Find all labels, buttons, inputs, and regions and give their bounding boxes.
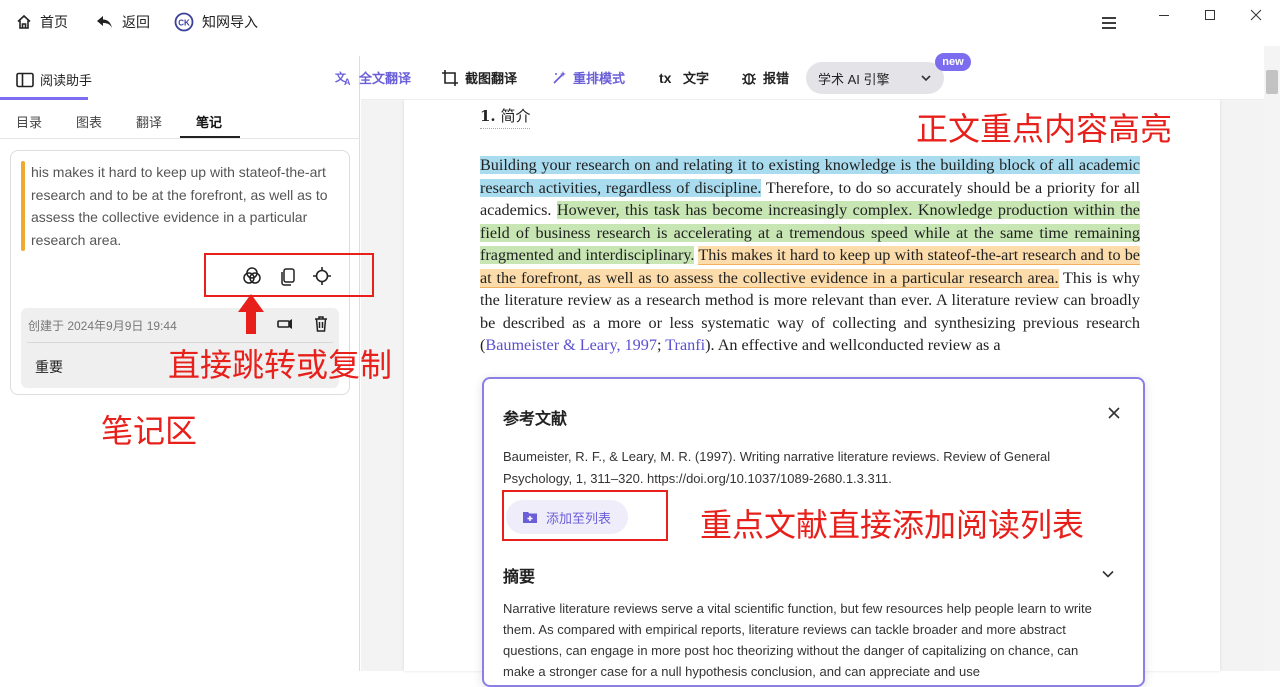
tab-notes[interactable]: 笔记 [196, 112, 222, 131]
document-paragraph: Building your research on and relating i… [480, 154, 1140, 357]
active-indicator [0, 97, 88, 100]
cnki-import-button[interactable]: CK 知网导入 [174, 12, 258, 32]
sidebar-toggle-icon [16, 72, 34, 88]
note-highlight-bar [21, 161, 25, 251]
back-label: 返回 [122, 14, 150, 30]
reference-title: 参考文献 [503, 411, 568, 428]
citation-link[interactable]: Tranfi [665, 336, 705, 354]
svg-text:CK: CK [178, 19, 190, 28]
section-heading: 1. 简介 [480, 105, 531, 129]
scrollbar-track[interactable] [1264, 46, 1280, 671]
title-bar: 首页 返回 CK 知网导入 [0, 0, 1280, 46]
bug-icon [741, 70, 757, 86]
abstract-text: Narrative literature reviews serve a vit… [503, 601, 1092, 679]
annotation-box-add [502, 490, 668, 541]
close-icon[interactable] [1106, 405, 1122, 421]
scrollbar-thumb[interactable] [1266, 70, 1278, 94]
reference-citation: Baumeister, R. F., & Leary, M. R. (1997)… [503, 449, 1051, 486]
reflow-mode-button[interactable]: 重排模式 [551, 68, 625, 87]
svg-text:tx: tx [659, 70, 672, 86]
delete-icon[interactable] [313, 315, 329, 333]
home-label: 首页 [40, 14, 68, 30]
ai-engine-dropdown[interactable]: 学术 AI 引擎 [806, 62, 944, 94]
tag-marker-icon[interactable] [276, 315, 294, 333]
chevron-down-icon [920, 72, 932, 84]
crop-icon [441, 69, 459, 87]
text-button[interactable]: tx 文字 [659, 68, 709, 87]
hamburger-menu-icon[interactable] [1101, 16, 1117, 30]
text-run: ; [656, 336, 666, 354]
citation-link[interactable]: Baumeister & Leary, 1997 [485, 336, 657, 354]
note-created-date: 创建于 2024年9月9日 19:44 [28, 319, 177, 333]
screenshot-translate-button[interactable]: 截图翻译 [441, 68, 517, 87]
note-tag[interactable]: 重要 [35, 357, 63, 377]
text-format-icon: tx [659, 70, 677, 86]
section-title: 简介 [500, 107, 531, 125]
ai-engine-label: 学术 AI 引擎 [818, 71, 890, 87]
full-translate-button[interactable]: 文A 全文翻译 [335, 68, 411, 87]
magic-wand-icon [551, 70, 567, 86]
maximize-icon[interactable] [1203, 8, 1217, 22]
full-translate-label: 全文翻译 [359, 71, 412, 86]
annotation-jump-copy: 直接跳转或复制 [168, 347, 393, 383]
cnki-label: 知网导入 [202, 14, 258, 30]
back-arrow-icon [96, 14, 114, 30]
annotation-highlight: 正文重点内容高亮 [916, 111, 1173, 147]
tab-toc[interactable]: 目录 [16, 112, 42, 131]
screenshot-translate-label: 截图翻译 [465, 71, 518, 86]
svg-text:A: A [344, 77, 351, 86]
reflow-mode-label: 重排模式 [573, 71, 626, 86]
reading-assistant-label: 阅读助手 [40, 73, 93, 88]
report-error-label: 报错 [763, 71, 790, 86]
chevron-down-icon[interactable] [1100, 566, 1116, 582]
home-button[interactable]: 首页 [16, 12, 68, 32]
note-text: his makes it hard to keep up with stateo… [31, 164, 328, 248]
text-run: ). An effective and wellconducted review… [705, 336, 1001, 354]
annotation-box-icons [204, 253, 374, 297]
tab-figures[interactable]: 图表 [76, 112, 102, 131]
annotation-add-reading-list: 重点文献直接添加阅读列表 [700, 507, 1085, 543]
abstract-title: 摘要 [503, 569, 536, 586]
up-arrow-icon [234, 290, 268, 336]
translate-icon: 文A [335, 70, 353, 86]
back-button[interactable]: 返回 [96, 12, 150, 32]
reading-assistant-tab[interactable]: 阅读助手 [16, 70, 92, 89]
close-window-icon[interactable] [1249, 8, 1263, 22]
report-error-button[interactable]: 报错 [741, 68, 789, 87]
cnki-logo-icon: CK [174, 12, 194, 32]
home-icon [16, 14, 32, 30]
minimize-icon[interactable] [1157, 8, 1171, 22]
tab-translation[interactable]: 翻译 [136, 112, 162, 131]
tabs-divider [0, 138, 360, 139]
new-badge: new [935, 53, 971, 71]
section-number: 1. [480, 107, 496, 125]
annotation-notes-area: 笔记区 [101, 413, 198, 449]
text-label: 文字 [683, 71, 710, 86]
